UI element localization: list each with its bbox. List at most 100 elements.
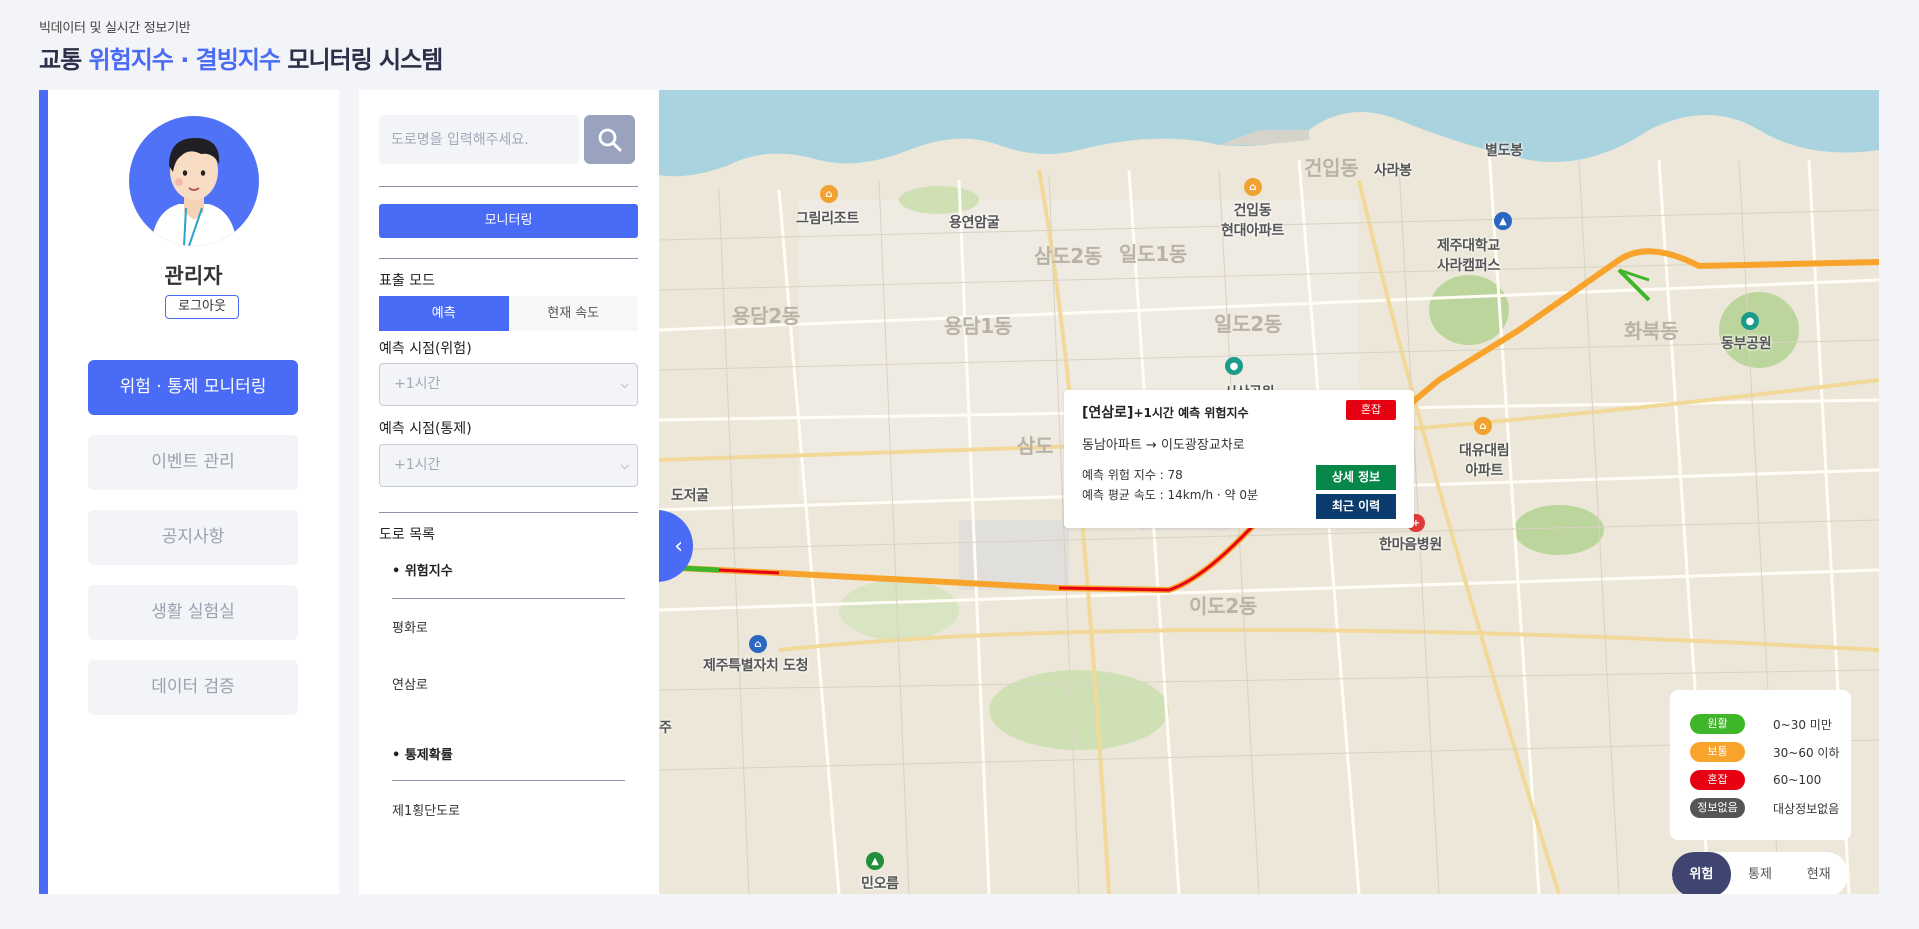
menu-item-notices[interactable]: 공지사항 bbox=[88, 510, 298, 565]
map-label: 한마음병원 bbox=[1379, 537, 1442, 553]
page-subtitle: 빅데이터 및 실시간 정보기반 bbox=[39, 21, 191, 36]
road-list-label: 도로 목록 bbox=[379, 527, 435, 543]
title-highlight: 위험지수 · 결빙지수 bbox=[88, 46, 281, 74]
legend-row: 정보없음 대상정보없음 bbox=[1690, 794, 1851, 822]
control-panel: 모니터링 표출 모드 예측 현재 속도 예측 시점(위험) +1시간 ⌵ 예측 … bbox=[359, 90, 659, 894]
map-label: 그림리조트 bbox=[796, 211, 859, 227]
layer-tab-control[interactable]: 통제 bbox=[1731, 852, 1790, 894]
road-item-pyeonghwa[interactable]: 평화로 bbox=[392, 617, 428, 636]
recent-history-button[interactable]: 최근 이력 bbox=[1316, 494, 1396, 519]
legend-range: 대상정보없음 bbox=[1773, 801, 1840, 816]
road-item-first-crossing[interactable]: 제1횡단도로 bbox=[392, 800, 460, 819]
menu-item-events[interactable]: 이벤트 관리 bbox=[88, 435, 298, 490]
map-label: 용담2동 bbox=[732, 304, 800, 328]
map-label: 사라봉 bbox=[1374, 163, 1412, 179]
layer-tab-risk[interactable]: 위험 bbox=[1672, 852, 1731, 894]
government-icon: ⌂ bbox=[749, 635, 767, 653]
menu-item-monitoring[interactable]: 위험 · 통제 모니터링 bbox=[88, 360, 298, 415]
mountain-icon: ▲ bbox=[866, 852, 884, 870]
chevron-down-icon: ⌵ bbox=[620, 459, 629, 472]
map-label: 이도2동 bbox=[1189, 594, 1257, 618]
search-button[interactable] bbox=[584, 115, 635, 164]
map-label: 제주특별자치 도청 bbox=[703, 658, 809, 674]
main-menu: 위험 · 통제 모니터링 이벤트 관리 공지사항 생활 실험실 데이터 검증 bbox=[88, 360, 298, 735]
chevron-down-icon: ⌵ bbox=[620, 378, 629, 391]
legend-row: 보통 30~60 이하 bbox=[1690, 738, 1851, 766]
divider bbox=[379, 186, 638, 187]
map-label: 민오름 bbox=[861, 876, 899, 892]
map-label: 대유대림 아파트 bbox=[1459, 443, 1510, 479]
legend-range: 60~100 bbox=[1773, 773, 1822, 787]
road-search-input[interactable] bbox=[379, 115, 579, 164]
legend-range: 0~30 미만 bbox=[1773, 717, 1832, 732]
map-label: 도저굴 bbox=[671, 488, 709, 504]
map-legend: 원활 0~30 미만 보통 30~60 이하 혼잡 60~100 정보없음 대상… bbox=[1670, 690, 1851, 840]
map-label: 동부공원 bbox=[1721, 336, 1772, 352]
mode-label: 표출 모드 bbox=[379, 273, 435, 289]
park-icon: ● bbox=[1225, 357, 1243, 375]
legend-range: 30~60 이하 bbox=[1773, 745, 1840, 760]
map-view[interactable]: 그림리조트 용연암굴 건입동 현대아파트 건입동 사라봉 별도봉 제주대학교 사… bbox=[659, 90, 1879, 894]
forecast-control-label: 예측 시점(통제) bbox=[379, 421, 472, 437]
forecast-risk-label: 예측 시점(위험) bbox=[379, 341, 472, 357]
mode-toggle: 예측 현재 속도 bbox=[379, 296, 638, 331]
popup-title: [연삼로]+1시간 예측 위험지수 bbox=[1082, 402, 1249, 422]
map-label: 건입동 bbox=[1304, 156, 1359, 180]
popup-road-name: [연삼로] bbox=[1082, 405, 1134, 421]
map-label: 제주대학교 사라캠퍼스 bbox=[1437, 238, 1500, 274]
map-label: 일도2동 bbox=[1214, 312, 1282, 336]
title-prefix: 교통 bbox=[39, 46, 82, 74]
search-icon bbox=[598, 128, 621, 151]
user-avatar bbox=[129, 116, 259, 246]
forecast-risk-select[interactable]: +1시간 ⌵ bbox=[379, 363, 638, 406]
legend-pill-normal: 보통 bbox=[1690, 742, 1745, 762]
forecast-control-select[interactable]: +1시간 ⌵ bbox=[379, 444, 638, 487]
road-info-popup: [연삼로]+1시간 예측 위험지수 혼잡 동남아파트 → 이도광장교차로 예측 … bbox=[1064, 390, 1414, 528]
legend-pill-smooth: 원활 bbox=[1690, 714, 1745, 734]
legend-pill-congested: 혼잡 bbox=[1690, 770, 1745, 790]
mode-option-forecast[interactable]: 예측 bbox=[379, 296, 509, 331]
chevron-left-icon: ‹ bbox=[674, 533, 683, 559]
apartment-icon: ⌂ bbox=[1244, 178, 1262, 196]
map-label: 일도1동 bbox=[1119, 242, 1187, 266]
divider bbox=[379, 512, 638, 513]
divider bbox=[392, 598, 625, 599]
apartment-icon: ⌂ bbox=[1474, 417, 1492, 435]
legend-row: 혼잡 60~100 bbox=[1690, 766, 1851, 794]
resort-icon: ⌂ bbox=[820, 185, 838, 203]
logout-button[interactable]: 로그아웃 bbox=[165, 295, 239, 319]
map-label: 용연암굴 bbox=[949, 215, 1000, 231]
layer-tab-current[interactable]: 현재 bbox=[1789, 852, 1848, 894]
forecast-risk-value: +1시간 bbox=[394, 376, 441, 392]
road-item-yeonsam[interactable]: 연삼로 bbox=[392, 674, 428, 693]
park-icon: ● bbox=[1741, 312, 1759, 330]
control-group-heading: • 통제확률 bbox=[392, 748, 453, 763]
divider bbox=[392, 780, 625, 781]
map-label: 삼도 bbox=[1017, 434, 1054, 458]
status-badge: 혼잡 bbox=[1346, 400, 1396, 420]
map-label: 화북동 bbox=[1624, 319, 1679, 343]
school-icon: ▲ bbox=[1494, 212, 1512, 230]
forecast-control-value: +1시간 bbox=[394, 457, 441, 473]
popup-route: 동남아파트 → 이도광장교차로 bbox=[1082, 438, 1245, 453]
page-header: 빅데이터 및 실시간 정보기반 교통 위험지수 · 결빙지수 모니터링 시스템 bbox=[39, 17, 443, 75]
menu-item-lab[interactable]: 생활 실험실 bbox=[88, 585, 298, 640]
legend-row: 원활 0~30 미만 bbox=[1690, 710, 1851, 738]
user-sidebar: 관리자 로그아웃 위험 · 통제 모니터링 이벤트 관리 공지사항 생활 실험실… bbox=[39, 90, 339, 894]
detail-info-button[interactable]: 상세 정보 bbox=[1316, 465, 1396, 490]
avatar-illustration-icon bbox=[151, 138, 237, 246]
map-label: 건입동 현대아파트 bbox=[1221, 203, 1284, 239]
monitoring-button[interactable]: 모니터링 bbox=[379, 204, 638, 238]
map-label: 용담1동 bbox=[944, 314, 1012, 338]
mode-option-current-speed[interactable]: 현재 속도 bbox=[508, 296, 638, 331]
user-name: 관리자 bbox=[164, 264, 223, 288]
divider bbox=[379, 258, 638, 259]
map-label: 주 bbox=[659, 720, 672, 736]
risk-group-heading: • 위험지수 bbox=[392, 564, 453, 579]
menu-item-data-validation[interactable]: 데이터 검증 bbox=[88, 660, 298, 715]
legend-pill-no-info: 정보없음 bbox=[1690, 798, 1745, 818]
map-label: 별도봉 bbox=[1485, 143, 1523, 159]
map-label: 삼도2동 bbox=[1034, 244, 1102, 268]
title-suffix: 모니터링 시스템 bbox=[287, 46, 443, 74]
popup-subtitle: +1시간 예측 위험지수 bbox=[1133, 406, 1249, 420]
